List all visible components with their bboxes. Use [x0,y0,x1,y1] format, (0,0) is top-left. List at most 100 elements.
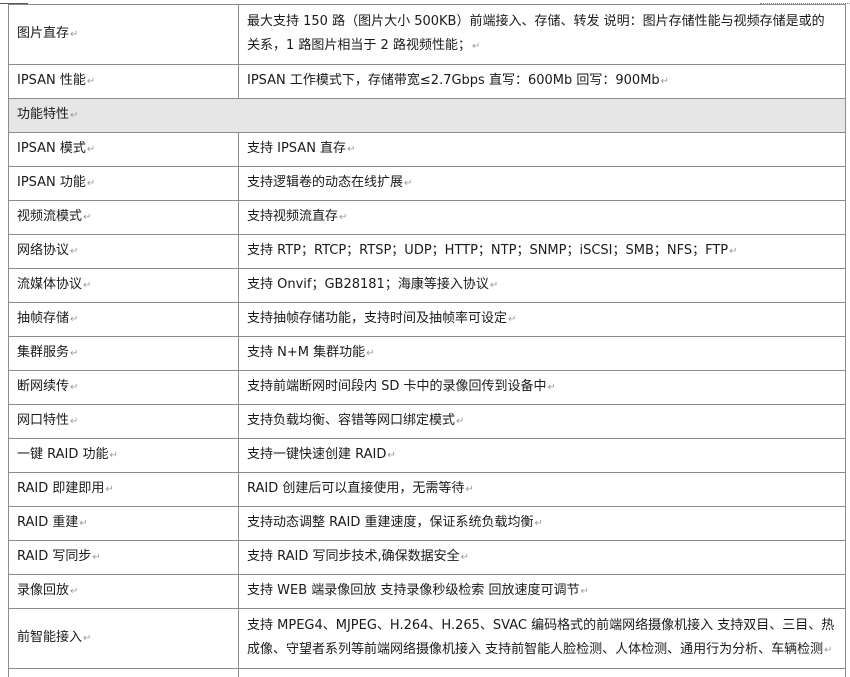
spec-label-cell: 网口特性↵ [9,405,239,439]
spec-label: 视频流模式 [17,209,82,224]
spec-label-cell: 图片直存↵ [9,5,239,65]
spec-value: 支持视频流直存 [247,209,338,224]
spec-value-cell: 支持动态调整 RAID 重建速度，保证系统负载均衡↵ [239,507,846,541]
spec-label: 一键 RAID 功能 [17,447,109,462]
table-row: RAID 重建↵ 支持动态调整 RAID 重建速度，保证系统负载均衡↵ [9,507,846,541]
paragraph-mark-icon: ↵ [456,416,464,427]
spec-label: 流媒体协议 [17,277,82,292]
spec-label: 图片直存 [17,26,69,41]
spec-value-cell: 最大支持 150 路（图片大小 500KB）前端接入、存储、转发 说明：图片存储… [239,5,846,65]
table-row: 一键 RAID 功能↵支持一键快速创建 RAID↵ [9,439,846,473]
spec-label: RAID 即建即用 [17,481,104,496]
spec-label: 前智能接入 [17,630,82,645]
spec-value: 支持 IPSAN 直存 [247,141,346,156]
table-row: 流媒体协议↵支持 Onvif；GB28181；海康等接入协议↵ [9,269,846,303]
spec-value: 支持逻辑卷的动态在线扩展 [247,175,403,190]
spec-label-cell: IPSAN 性能↵ [9,65,239,99]
spec-label-cell: 前智能接入↵ [9,609,239,669]
spec-label-cell: 一键 RAID 功能↵ [9,439,239,473]
paragraph-mark-icon: ↵ [490,280,498,291]
spec-value-cell: 支持视频流直存↵ [239,201,846,235]
paragraph-mark-icon: ↵ [465,484,473,495]
paragraph-mark-icon: ↵ [729,246,737,257]
spec-value-cell: 支持抽帧存储功能，支持时间及抽帧率可设定↵ [239,303,846,337]
spec-value: 支持 MPEG4、MJPEG、H.264、H.265、SVAC 编码格式的前端网… [247,618,834,657]
paragraph-mark-icon: ↵ [110,450,118,461]
paragraph-mark-icon: ↵ [661,76,669,87]
spec-table-body: 图片直存↵最大支持 150 路（图片大小 500KB）前端接入、存储、转发 说明… [9,5,846,677]
spec-label-cell: 断网续传↵ [9,371,239,405]
table-row: 前智能接入↵支持 MPEG4、MJPEG、H.264、H.265、SVAC 编码… [9,609,846,669]
spec-value: 支持 WEB 端录像回放 支持录像秒级检索 回放速度可调节 [247,583,580,598]
paragraph-mark-icon: ↵ [581,586,589,597]
spec-label-cell: IPSAN 模式↵ [9,133,239,167]
spec-value-cell [239,669,846,677]
section-row: 功能特性↵ [9,99,846,133]
spec-value-cell: 支持 RTP；RTCP；RTSP；UDP；HTTP；NTP；SNMP；iSCSI… [239,235,846,269]
paragraph-mark-icon: ↵ [83,212,91,223]
paragraph-mark-icon: ↵ [87,178,95,189]
paragraph-mark-icon: ↵ [70,586,78,597]
spec-value: 支持动态调整 RAID 重建速度，保证系统负载均衡 [247,515,534,530]
spec-label-cell [9,669,239,677]
paragraph-mark-icon: ↵ [70,382,78,393]
table-row: 图片直存↵最大支持 150 路（图片大小 500KB）前端接入、存储、转发 说明… [9,5,846,65]
spec-value: IPSAN 工作模式下，存储带宽≤2.7Gbps 直写：600Mb 回写：900… [247,73,660,88]
spec-label-cell: 集群服务↵ [9,337,239,371]
table-row: 视频流模式↵支持视频流直存↵ [9,201,846,235]
spec-value-cell: 支持逻辑卷的动态在线扩展↵ [239,167,846,201]
spec-value-cell: 支持 IPSAN 直存↵ [239,133,846,167]
spec-label-cell: 流媒体协议↵ [9,269,239,303]
paragraph-mark-icon: ↵ [83,633,91,644]
spec-value-cell: IPSAN 工作模式下，存储带宽≤2.7Gbps 直写：600Mb 回写：900… [239,65,846,99]
spec-label: IPSAN 模式 [17,141,86,156]
spec-value: 支持 RAID 写同步技术,确保数据安全 [247,549,460,564]
spec-label-cell: 录像回放↵ [9,575,239,609]
paragraph-mark-icon: ↵ [87,76,95,87]
paragraph-mark-icon: ↵ [472,41,480,52]
spec-value: 支持 RTP；RTCP；RTSP；UDP；HTTP；NTP；SNMP；iSCSI… [247,243,728,258]
spec-label: IPSAN 性能 [17,73,86,88]
spec-label-cell: 抽帧存储↵ [9,303,239,337]
paragraph-mark-icon: ↵ [366,348,374,359]
spec-label-cell: 视频流模式↵ [9,201,239,235]
spec-label-cell: IPSAN 功能↵ [9,167,239,201]
paragraph-mark-icon: ↵ [508,314,516,325]
paragraph-mark-icon: ↵ [548,382,556,393]
table-row: IPSAN 模式↵支持 IPSAN 直存↵ [9,133,846,167]
spec-label: 网口特性 [17,413,69,428]
spec-value: 最大支持 150 路（图片大小 500KB）前端接入、存储、转发 说明：图片存储… [247,14,825,53]
spec-label: 网络协议 [17,243,69,258]
spec-label-cell: RAID 写同步↵ [9,541,239,575]
table-row: 录像回放↵支持 WEB 端录像回放 支持录像秒级检索 回放速度可调节↵ [9,575,846,609]
paragraph-mark-icon: ↵ [387,450,395,461]
paragraph-mark-icon: ↵ [824,645,832,656]
spec-value-cell: 支持前端断网时间段内 SD 卡中的录像回传到设备中↵ [239,371,846,405]
spec-label: RAID 写同步 [17,549,91,564]
spec-value: RAID 创建后可以直接使用，无需等待 [247,481,464,496]
spec-label: RAID 重建 [17,515,78,530]
paragraph-mark-icon: ↵ [70,348,78,359]
spec-value-cell: 支持 WEB 端录像回放 支持录像秒级检索 回放速度可调节↵ [239,575,846,609]
table-row-partial [9,669,846,677]
spec-value: 支持前端断网时间段内 SD 卡中的录像回传到设备中 [247,379,547,394]
paragraph-mark-icon: ↵ [461,552,469,563]
paragraph-mark-icon: ↵ [105,484,113,495]
paragraph-mark-icon: ↵ [92,552,100,563]
spec-value-cell: 支持 Onvif；GB28181；海康等接入协议↵ [239,269,846,303]
table-row: RAID 写同步↵支持 RAID 写同步技术,确保数据安全↵ [9,541,846,575]
paragraph-mark-icon: ↵ [79,518,87,529]
table-row: IPSAN 功能↵支持逻辑卷的动态在线扩展↵ [9,167,846,201]
spec-value: 支持负载均衡、容错等网口绑定模式 [247,413,455,428]
paragraph-mark-icon: ↵ [70,29,78,40]
paragraph-mark-icon: ↵ [70,416,78,427]
paragraph-mark-icon: ↵ [87,144,95,155]
spec-table: 图片直存↵最大支持 150 路（图片大小 500KB）前端接入、存储、转发 说明… [8,4,846,677]
table-row: 网络协议 ↵支持 RTP；RTCP；RTSP；UDP；HTTP；NTP；SNMP；… [9,235,846,269]
spec-value-cell: RAID 创建后可以直接使用，无需等待↵ [239,473,846,507]
paragraph-mark-icon: ↵ [70,314,78,325]
spec-value: 支持抽帧存储功能，支持时间及抽帧率可设定 [247,311,507,326]
spec-label: 录像回放 [17,583,69,598]
spec-value: 支持一键快速创建 RAID [247,447,386,462]
paragraph-mark-icon: ↵ [347,144,355,155]
